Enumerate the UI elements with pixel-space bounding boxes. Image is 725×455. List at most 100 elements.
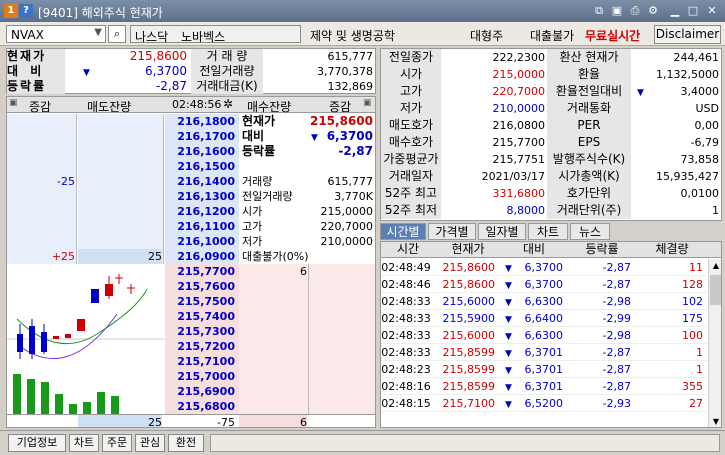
scrollbar[interactable]: ▲ ▼ [708,259,721,427]
order-button[interactable]: 주문 [102,434,132,452]
tab-by-time[interactable]: 시간별 [380,223,426,240]
bid-price[interactable]: 215,7100 [165,354,235,369]
symbol-input[interactable]: NVAX ▼ [6,25,106,43]
down-arrow-icon [505,379,515,394]
trade-cell: 02:48:23 [381,363,431,376]
info-label: 매수호가 [381,134,441,151]
trade-cell: 215,6000 [442,295,496,308]
ask-price[interactable]: 216,1800 [165,114,235,129]
down-arrow-icon [505,260,515,275]
trade-row[interactable]: 02:48:16 215,8599 6,3701 -2,87 355 [381,378,707,395]
gear-icon[interactable]: ✲ [223,97,233,111]
tab-chart[interactable]: 차트 [528,223,568,240]
trade-cell: 128 [682,278,703,291]
tab-by-date[interactable]: 일자별 [478,223,526,240]
down-arrow-icon [505,345,515,360]
collapse-icon-right[interactable]: ▣ [363,98,372,108]
down-arrow-icon [505,396,515,411]
bid-price[interactable]: 215,7200 [165,339,235,354]
trade-cell: 02:48:33 [381,329,431,342]
trade-row[interactable]: 02:48:33 215,6000 6,6300 -2,98 102 [381,293,707,310]
ask-change-value: +25 [51,250,75,263]
bid-price[interactable]: 215,7300 [165,324,235,339]
down-arrow-icon [505,311,515,326]
scroll-up-icon[interactable]: ▲ [709,259,721,273]
screenshot-icon[interactable]: ▣ [610,4,624,18]
trade-cell: 215,8600 [442,261,496,274]
trade-row[interactable]: 02:48:23 215,8599 6,3701 -2,87 1 [381,361,707,378]
trade-row[interactable]: 02:48:15 215,7100 6,5200 -2,93 27 [381,395,707,412]
trade-cell: 02:48:16 [381,380,431,393]
bid-qty-header: 매수잔량 [247,100,292,114]
disclaimer-button[interactable]: Disclaimer [654,25,721,44]
info-change-label: 대비 [242,129,265,143]
loan-status: 대출불가 [530,29,575,43]
tab-by-price[interactable]: 가격별 [428,223,476,240]
info-value: 215,0000 [492,68,546,81]
ask-price[interactable]: 216,1400 [165,174,235,189]
trade-row[interactable]: 02:48:33 215,8599 6,3701 -2,87 1 [381,344,707,361]
scroll-thumb[interactable] [710,275,721,305]
info-label: 52주 최고 [381,185,441,202]
bid-price[interactable]: 215,7600 [165,279,235,294]
close-icon[interactable]: ✕ [705,4,719,18]
trade-row[interactable]: 02:48:33 215,5900 6,6400 -2,99 175 [381,310,707,327]
ask-qty-column [78,114,164,264]
trade-row[interactable]: 02:48:49 215,8600 6,3700 -2,87 11 [381,259,707,276]
info-value: USD [695,102,719,115]
ask-price[interactable]: 216,1300 [165,189,235,204]
trade-cell: -2,93 [602,397,631,410]
trade-cell: 215,8599 [442,346,496,359]
info-value: 0,0100 [680,187,720,200]
ask-price[interactable]: 216,1000 [165,234,235,249]
minimize-icon[interactable]: ▁ [668,4,682,18]
link-icon[interactable]: ⧉ [592,4,606,18]
bid-price[interactable]: 215,7500 [165,294,235,309]
info-row-label: 고가 [242,220,263,233]
bid-price[interactable]: 215,6900 [165,384,235,399]
qty-difference: -75 [217,416,235,428]
status-bar [210,434,720,452]
search-icon[interactable]: ⌕ [108,25,126,43]
watchlist-button[interactable]: 관심 [135,434,165,452]
bid-price[interactable]: 215,7700 [165,264,235,279]
tab-news[interactable]: 뉴스 [570,223,610,240]
settings-icon[interactable]: ⚙ [646,4,660,18]
maximize-icon[interactable]: □ [686,4,700,18]
trade-row[interactable]: 02:48:33 215,6000 6,6300 -2,98 100 [381,327,707,344]
info-label: 가중평균가 [381,151,441,168]
trades-col-header: 현재가 [451,242,485,256]
bid-price[interactable]: 215,7000 [165,369,235,384]
bid-change-column [309,264,375,414]
down-arrow-icon [637,83,649,100]
bid-price[interactable]: 215,6800 [165,399,235,414]
ask-price[interactable]: 216,1700 [165,129,235,144]
trade-row[interactable]: 02:48:46 215,8600 6,3700 -2,87 128 [381,276,707,293]
info-value: 220,7000 [492,85,546,98]
company-info-button[interactable]: 기업정보 [8,434,66,452]
collapse-icon[interactable]: ▣ [9,98,18,108]
ask-price[interactable]: 216,0900 [165,249,235,264]
info-label: 거래통화 [547,100,631,117]
exchange-button[interactable]: 환전 [168,434,204,452]
price-summary: 현재가 215,8600 대 비 6,3700 등락률 -2,87 거 래 량 … [6,48,376,94]
info-price-label: 현재가 [242,114,276,128]
trade-cell: 1 [696,363,703,376]
trade-cell: 215,5900 [442,312,496,325]
down-arrow-icon [505,277,515,292]
ask-price[interactable]: 216,1600 [165,144,235,159]
print-icon[interactable]: ⎙ [628,4,642,18]
bid-price[interactable]: 215,7400 [165,309,235,324]
ask-price[interactable]: 216,1100 [165,219,235,234]
price-label: 현재가 [7,49,65,64]
info-value: 1,132,5000 [656,68,719,81]
trade-cell: 1 [696,346,703,359]
help-badge[interactable]: ? [19,4,33,18]
info-row-value: 3,770K [334,190,373,203]
chevron-down-icon[interactable]: ▼ [94,27,102,38]
ask-price[interactable]: 216,1200 [165,204,235,219]
ask-price[interactable]: 216,1500 [165,159,235,174]
chart-button[interactable]: 차트 [69,434,99,452]
current-price: 215,8600 [129,49,187,63]
scroll-down-icon[interactable]: ▼ [709,415,721,427]
